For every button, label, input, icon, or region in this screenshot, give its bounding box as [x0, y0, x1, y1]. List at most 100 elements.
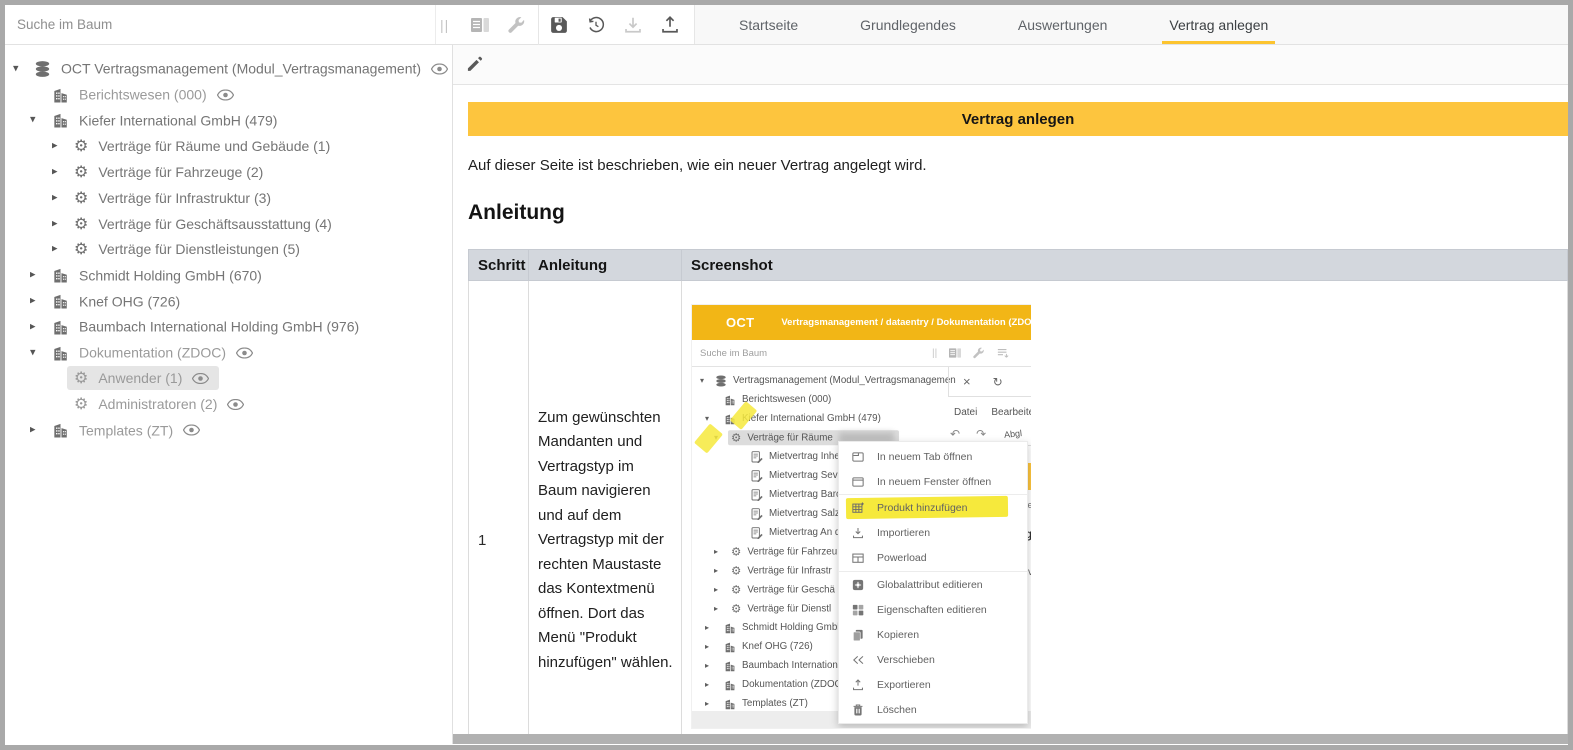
building-icon: [52, 293, 69, 310]
tree-item-content[interactable]: ⚙Administratoren (2): [67, 392, 254, 416]
tab-icon: [852, 451, 864, 463]
sidebar-item[interactable]: ▸ ⚙Verträge für Infrastruktur (3): [5, 185, 452, 211]
sidebar-item[interactable]: ▸ Schmidt Holding GmbH (670): [5, 262, 452, 288]
sidebar-item-label: Verträge für Räume und Gebäude (1): [98, 138, 330, 154]
screenshot-tree-item-label: Berichtswesen (000): [742, 394, 831, 405]
tree-item-content[interactable]: OCT Vertragsmanagement (Modul_Vertragsma…: [27, 56, 453, 81]
sidebar-item[interactable]: ▾ OCT Vertragsmanagement (Modul_Vertragsm…: [5, 56, 452, 82]
tree-item-content[interactable]: Berichtswesen (000): [45, 82, 244, 107]
sidebar-item[interactable]: ⚙Anwender (1): [5, 366, 452, 392]
details-panel-button[interactable]: [463, 5, 497, 45]
doc-icon: [751, 451, 763, 463]
page-title-banner: Vertrag anlegen: [468, 102, 1568, 136]
tab-grundlegendes[interactable]: Grundlegendes: [829, 5, 987, 44]
context-menu-item-label: Löschen: [877, 704, 917, 716]
sidebar-item[interactable]: ▸ ⚙Verträge für Räume und Gebäude (1): [5, 133, 452, 159]
tree-item-content[interactable]: ⚙Verträge für Fahrzeuge (2): [67, 160, 273, 184]
horizontal-scrollbar[interactable]: [453, 734, 1568, 744]
wrench-icon: [973, 347, 985, 359]
page-title: Vertrag anlegen: [962, 111, 1075, 128]
eye-icon[interactable]: [192, 373, 209, 384]
tree-item-content[interactable]: ⚙Verträge für Geschäftsausstattung (4): [67, 212, 342, 236]
eye-icon[interactable]: [431, 63, 448, 74]
sidebar-item-label: Verträge für Dienstleistungen (5): [98, 241, 300, 257]
tab-startseite[interactable]: Startseite: [708, 5, 829, 44]
building-icon: [724, 660, 736, 672]
wrench-button[interactable]: [500, 5, 534, 45]
context-menu-item-label: Globalattribut editieren: [877, 579, 983, 591]
upload-button[interactable]: [653, 5, 687, 45]
tree-item-content[interactable]: ⚙Verträge für Dienstleistungen (5): [67, 237, 310, 261]
expand-arrow-down-icon[interactable]: ▾: [13, 63, 19, 74]
expand-arrow-right-icon: ▸: [705, 700, 709, 708]
sidebar-item[interactable]: Berichtswesen (000): [5, 82, 452, 108]
sidebar-item[interactable]: ▾ Kiefer International GmbH (479): [5, 108, 452, 134]
menu-item-datei: Datei: [954, 407, 977, 418]
eye-icon[interactable]: [217, 89, 234, 100]
table-row: 1 Zum gewünschten Mandanten und Vertrags…: [469, 281, 1568, 745]
tree-item-content[interactable]: ⚙Verträge für Räume und Gebäude (1): [67, 134, 340, 158]
tree-item-content[interactable]: ⚙Verträge für Infrastruktur (3): [67, 186, 281, 210]
sidebar-item[interactable]: ▸ Templates (ZT): [5, 417, 452, 443]
save-button[interactable]: [542, 5, 576, 45]
screenshot-tree-item-label: Mietvertrag An de: [769, 527, 846, 538]
doc-icon: [751, 489, 763, 501]
expand-arrow-down-icon[interactable]: ▾: [30, 115, 36, 126]
expand-arrow-right-icon[interactable]: ▸: [52, 167, 58, 178]
text-fragment: Abgl: [1004, 428, 1023, 440]
context-menu-item: In neuem Fenster öffnen: [839, 469, 1027, 494]
history-button[interactable]: [579, 5, 613, 45]
tree-item-content[interactable]: Dokumentation (ZDOC): [45, 340, 263, 365]
save-icon: [550, 16, 568, 34]
splitter-grip-icon[interactable]: ||: [435, 5, 456, 44]
expand-arrow-right-icon[interactable]: ▸: [30, 425, 36, 436]
context-menu: In neuem Tab öffnenIn neuem Fenster öffn…: [838, 441, 1028, 724]
tree-item-content[interactable]: Baumbach International Holding GmbH (976…: [45, 314, 369, 339]
screenshot-tree-item-label: Mietvertrag Seve: [769, 470, 843, 481]
export-icon: [852, 679, 864, 691]
screenshot-tree-item-content: Knef OHG (726): [721, 639, 818, 655]
sidebar-item[interactable]: ▸ ⚙Verträge für Fahrzeuge (2): [5, 159, 452, 185]
screenshot-tree-item-label: Verträge für Fahrzeu: [747, 546, 837, 557]
eye-icon[interactable]: [183, 425, 200, 436]
expand-arrow-down-icon[interactable]: ▾: [30, 347, 36, 358]
sidebar-item[interactable]: ▸ ⚙Verträge für Dienstleistungen (5): [5, 237, 452, 263]
tree-item-content[interactable]: Kiefer International GmbH (479): [45, 108, 287, 133]
expand-arrow-right-icon[interactable]: ▸: [30, 321, 36, 332]
gear-icon: ⚙: [74, 164, 88, 180]
screenshot-tree-item-content: Dokumentation (ZDOC: [721, 677, 847, 693]
expand-arrow-right-icon[interactable]: ▸: [30, 270, 36, 281]
sidebar-item[interactable]: ▾ Dokumentation (ZDOC): [5, 340, 452, 366]
screenshot-tree-item-label: Kiefer International GmbH (479): [742, 413, 881, 424]
edit-pencil-icon[interactable]: [466, 56, 483, 73]
trash-icon: [852, 704, 864, 716]
context-menu-item-label: Powerload: [877, 552, 927, 564]
tree-item-content[interactable]: Schmidt Holding GmbH (670): [45, 263, 272, 288]
screenshot-tree-item-label: Dokumentation (ZDOC: [742, 679, 842, 690]
expand-arrow-right-icon: ▸: [714, 548, 718, 556]
eye-icon[interactable]: [227, 399, 244, 410]
screenshot-tab-corner: × ↻: [948, 367, 1031, 397]
intro-text: Auf dieser Seite ist beschrieben, wie ei…: [468, 157, 1568, 174]
sidebar-item-label: Knef OHG (726): [79, 293, 180, 309]
tree-item-content[interactable]: ⚙Anwender (1): [67, 366, 219, 390]
context-menu-item: In neuem Tab öffnen: [839, 444, 1027, 469]
sidebar-item[interactable]: ▸ ⚙Verträge für Geschäftsausstattung (4): [5, 211, 452, 237]
search-input[interactable]: [5, 5, 435, 44]
expand-arrow-right-icon[interactable]: ▸: [30, 296, 36, 307]
tree-item-content[interactable]: Templates (ZT): [45, 418, 210, 443]
sidebar-item[interactable]: ▸ Knef OHG (726): [5, 288, 452, 314]
sidebar-item[interactable]: ⚙Administratoren (2): [5, 391, 452, 417]
expand-arrow-right-icon[interactable]: ▸: [52, 192, 58, 203]
tab-auswertungen[interactable]: Auswertungen: [987, 5, 1139, 44]
tab-vertrag-anlegen[interactable]: Vertrag anlegen: [1138, 5, 1299, 44]
download-button: [616, 5, 650, 45]
tree-toolbar: ||: [5, 5, 695, 44]
expand-arrow-right-icon[interactable]: ▸: [52, 141, 58, 152]
sidebar-item[interactable]: ▸ Baumbach International Holding GmbH (97…: [5, 314, 452, 340]
tree-item-content[interactable]: Knef OHG (726): [45, 289, 190, 314]
eye-icon[interactable]: [236, 347, 253, 358]
expand-arrow-right-icon[interactable]: ▸: [52, 244, 58, 255]
screenshot-tree-item-content: Mietvertrag Salzs: [748, 506, 850, 522]
expand-arrow-right-icon[interactable]: ▸: [52, 218, 58, 229]
